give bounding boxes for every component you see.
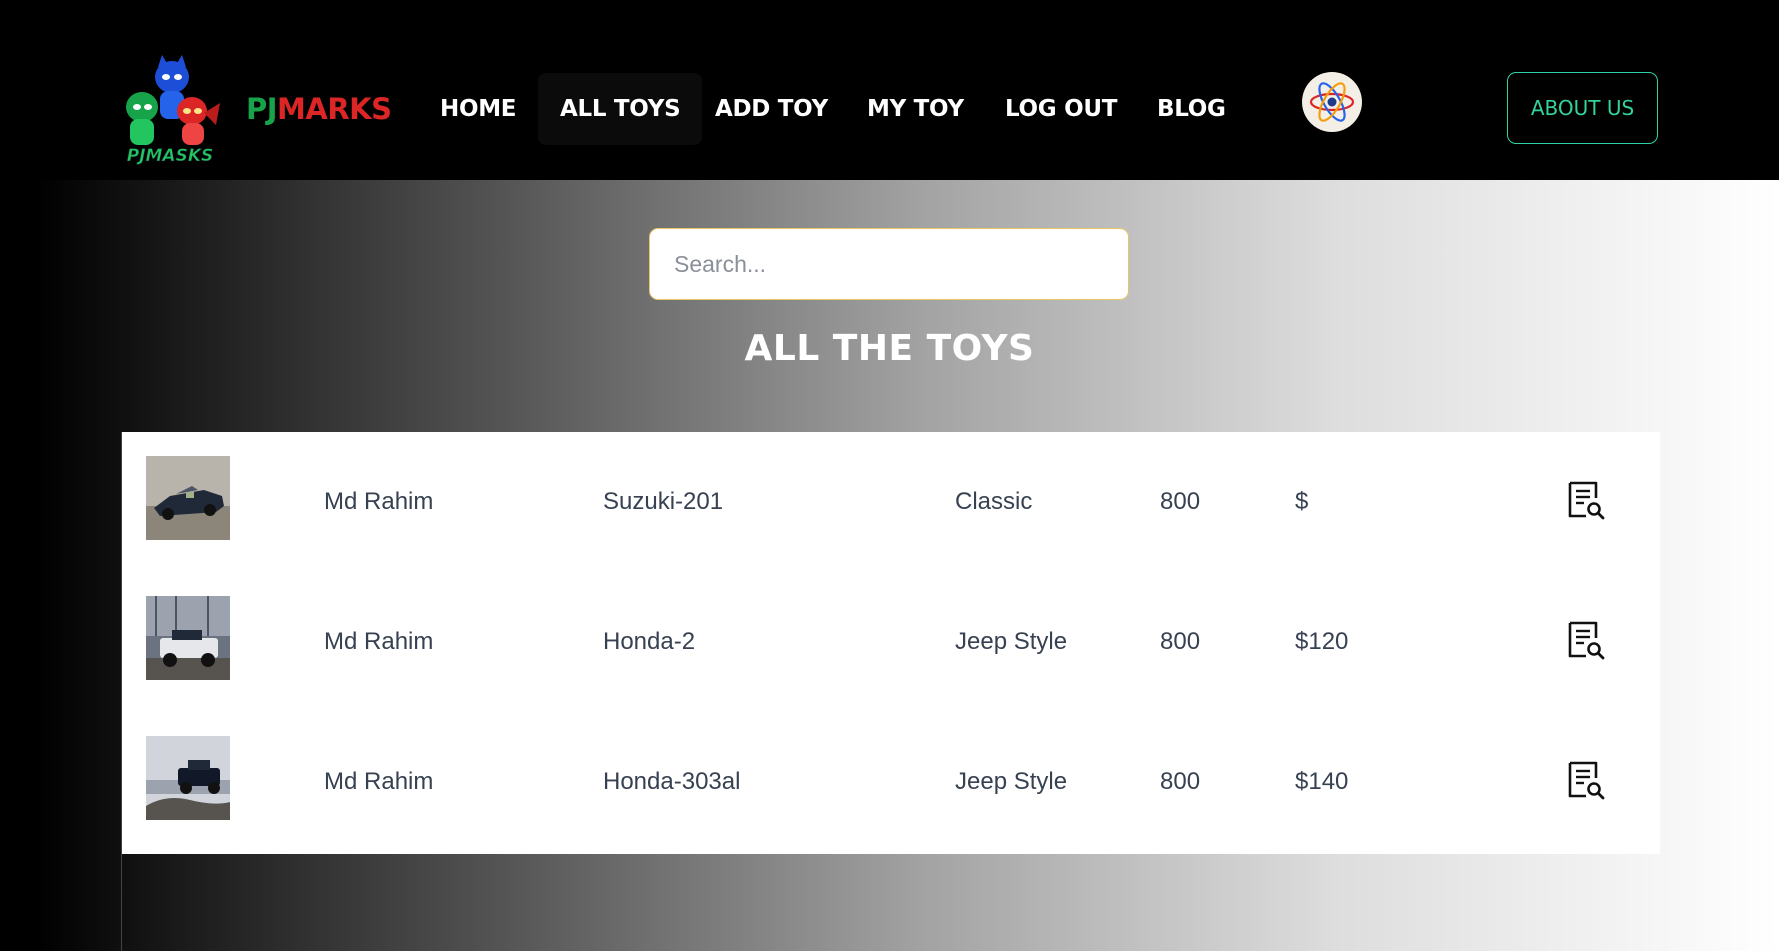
nav-all-toys[interactable]: ALL TOYS — [538, 73, 703, 145]
user-avatar[interactable] — [1302, 72, 1362, 132]
jeep-toy-photo-icon — [146, 736, 230, 820]
toy-name: Honda-303al — [603, 768, 741, 795]
jeep-toy-photo-icon — [146, 596, 230, 680]
document-search-icon — [1568, 761, 1605, 800]
document-search-icon — [1568, 621, 1605, 660]
toy-thumbnail — [146, 596, 230, 680]
table-row: Md Rahim Honda-303al Jeep Style 800 $140 — [122, 712, 1660, 852]
nav-blog[interactable]: BLOG — [1135, 73, 1248, 145]
view-details-button[interactable] — [1566, 480, 1606, 520]
page-title: ALL THE TOYS — [744, 328, 1035, 369]
view-details-button[interactable] — [1566, 620, 1606, 660]
toy-category: Classic — [955, 488, 1033, 515]
toy-price: $ — [1295, 488, 1309, 515]
pj-masks-logo[interactable]: PJMASKS — [120, 55, 220, 167]
toy-quantity: 800 — [1160, 628, 1201, 655]
atom-icon — [1303, 73, 1361, 131]
convertible-car-photo-icon — [146, 456, 230, 540]
nav-home[interactable]: HOME — [418, 73, 538, 145]
toy-thumbnail — [146, 736, 230, 820]
toy-name: Honda-2 — [603, 628, 696, 655]
toys-table: Md Rahim Suzuki-201 Classic 800 $ Md Rah… — [121, 432, 1660, 951]
view-details-button[interactable] — [1566, 760, 1606, 800]
seller-name: Md Rahim — [324, 628, 434, 655]
document-search-icon — [1568, 481, 1605, 520]
main-content: ALL THE TOYS Md Rahim Suzuki- — [0, 180, 1779, 951]
brand-name[interactable]: PJMARKS — [246, 92, 392, 126]
about-us-button[interactable]: ABOUT US — [1507, 72, 1658, 144]
toy-price: $120 — [1295, 628, 1349, 655]
nav-log-out[interactable]: LOG OUT — [983, 73, 1139, 145]
nav-my-toy[interactable]: MY TOY — [845, 73, 986, 145]
navbar: PJMASKS PJMARKS HOME ALL TOYS ADD TOY MY… — [0, 0, 1779, 180]
logo-text: PJMASKS — [127, 146, 214, 166]
seller-name: Md Rahim — [324, 488, 434, 515]
toy-thumbnail — [146, 456, 230, 540]
toy-category: Jeep Style — [955, 628, 1068, 655]
brand-marks: MARKS — [277, 92, 392, 126]
brand-pj: PJ — [246, 92, 278, 126]
search-input[interactable] — [649, 228, 1129, 300]
toy-category: Jeep Style — [955, 768, 1068, 795]
toy-price: $140 — [1295, 768, 1349, 795]
nav-add-toy[interactable]: ADD TOY — [693, 73, 850, 145]
table-row: Md Rahim Suzuki-201 Classic 800 $ — [122, 432, 1660, 572]
seller-name: Md Rahim — [324, 768, 434, 795]
toy-name: Suzuki-201 — [603, 488, 724, 515]
table-row: Md Rahim Honda-2 Jeep Style 800 $120 — [122, 572, 1660, 712]
toys-table-body: Md Rahim Suzuki-201 Classic 800 $ Md Rah… — [122, 432, 1660, 854]
toy-quantity: 800 — [1160, 768, 1201, 795]
toy-quantity: 800 — [1160, 488, 1201, 515]
